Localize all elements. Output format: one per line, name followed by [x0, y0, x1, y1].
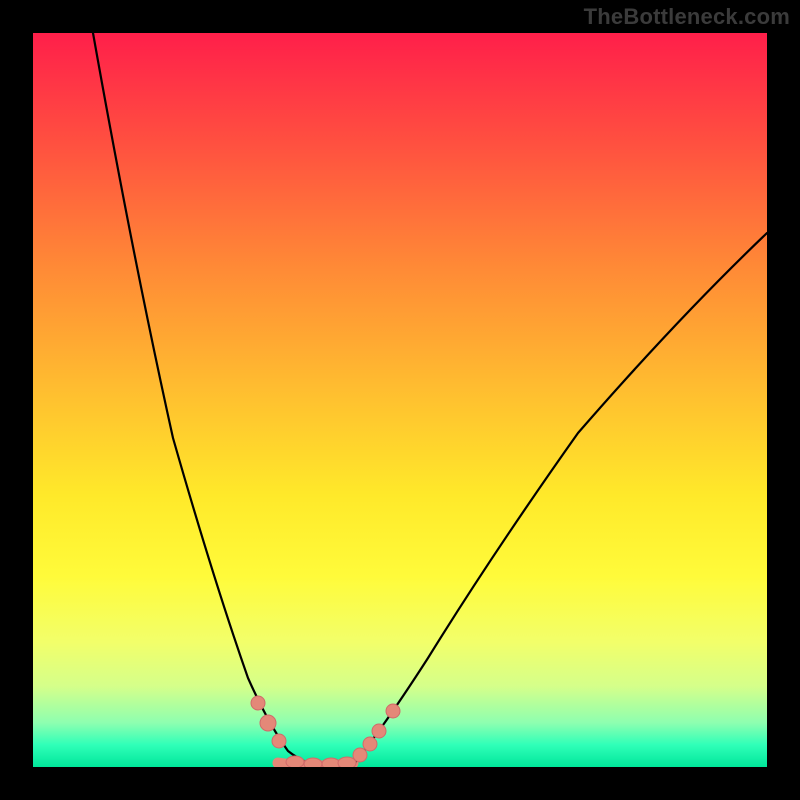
marker-right-2 — [363, 737, 377, 751]
marker-right-4 — [386, 704, 400, 718]
marker-right-1 — [353, 748, 367, 762]
curve-layer — [33, 33, 767, 767]
flat-marker-1 — [286, 756, 304, 767]
flat-marker-3 — [322, 758, 340, 767]
marker-right-3 — [372, 724, 386, 738]
marker-left-2 — [260, 715, 276, 731]
plot-area — [33, 33, 767, 767]
watermark-text: TheBottleneck.com — [584, 4, 790, 30]
chart-frame: TheBottleneck.com — [0, 0, 800, 800]
marker-left-1 — [251, 696, 265, 710]
marker-left-3 — [272, 734, 286, 748]
flat-marker-4 — [338, 757, 356, 767]
right-curve — [353, 233, 767, 765]
flat-marker-2 — [304, 758, 322, 767]
left-curve — [93, 33, 313, 765]
